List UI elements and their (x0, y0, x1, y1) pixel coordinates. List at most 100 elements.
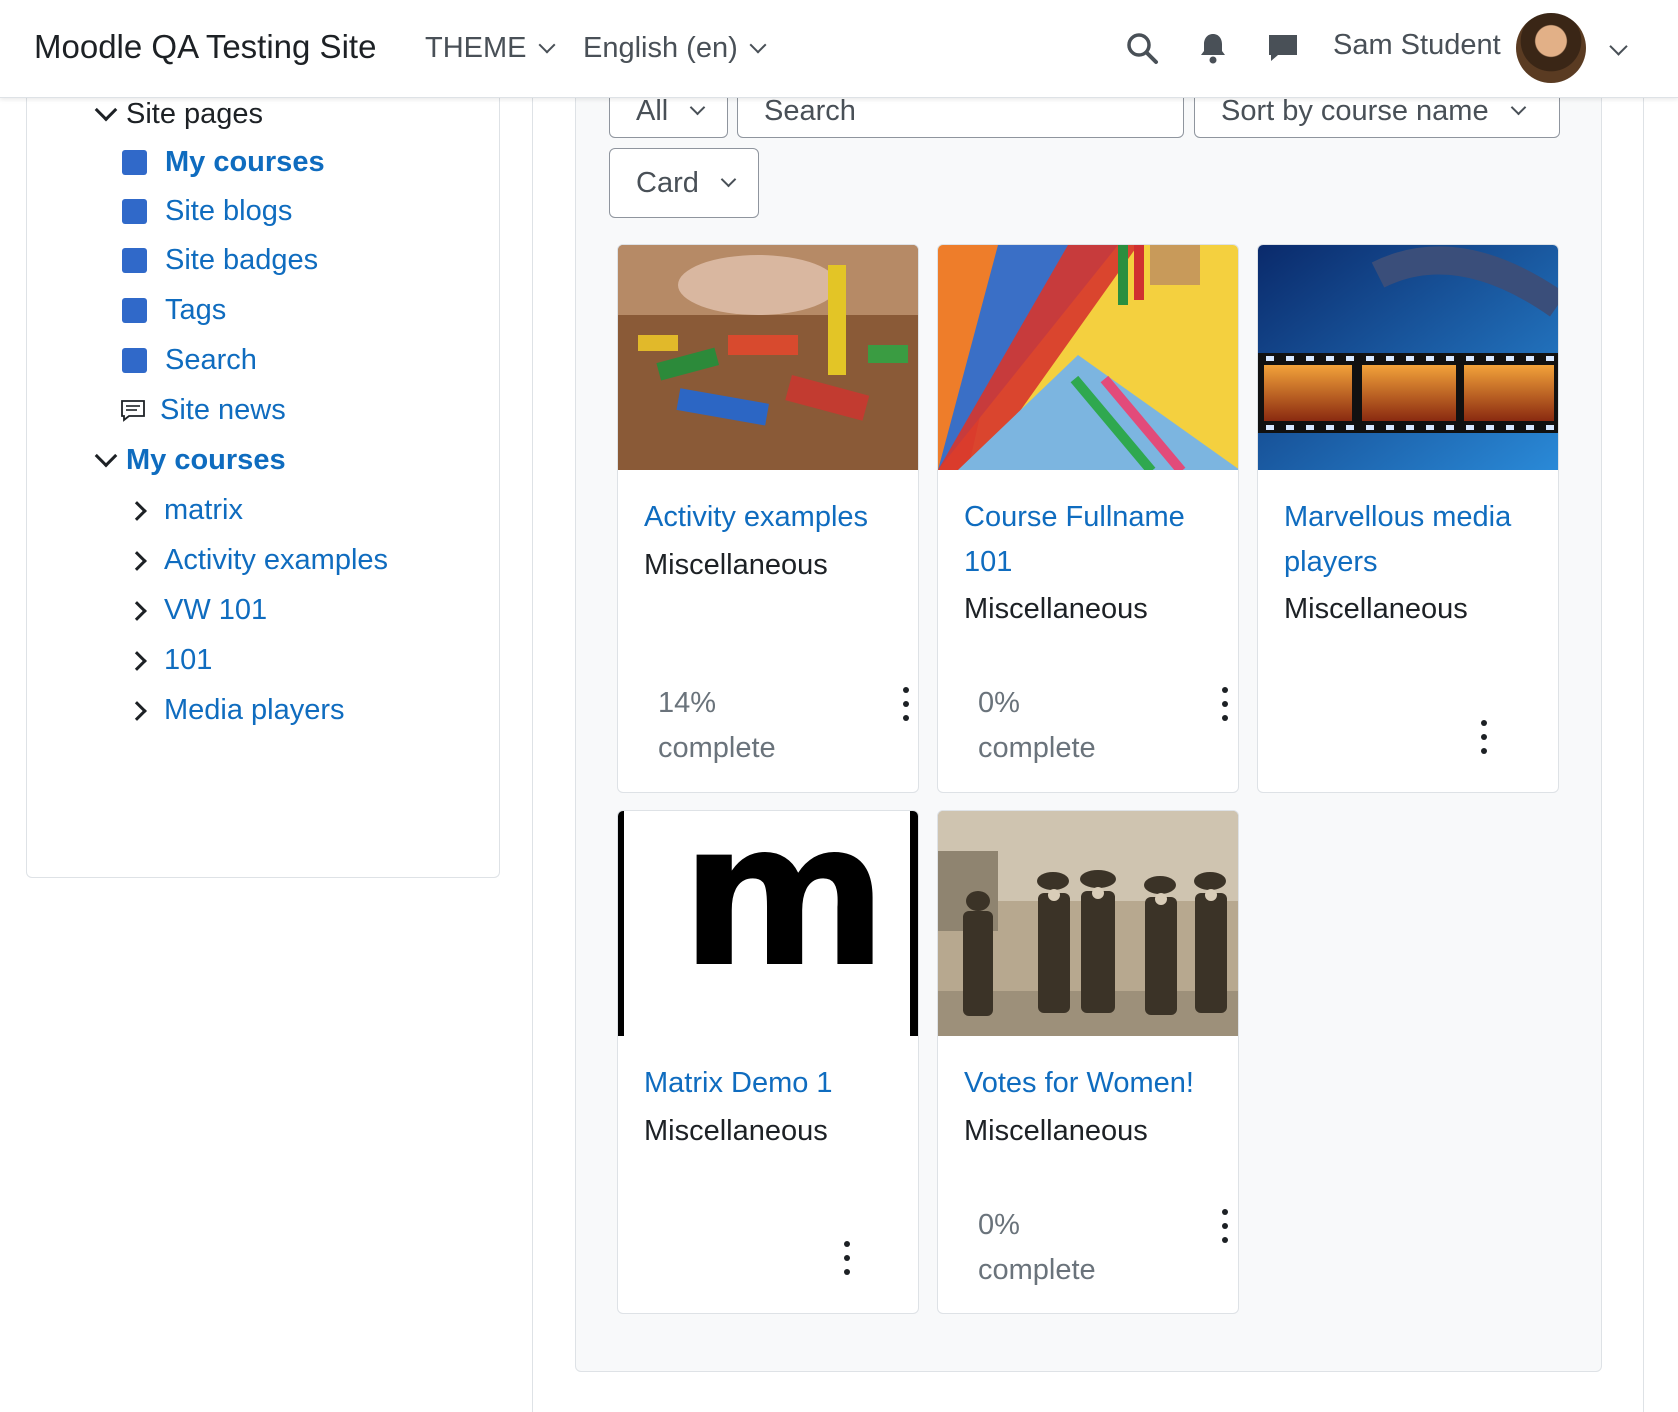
tree-course-vw-101[interactable]: VW 101 (127, 594, 268, 627)
course-title-line: players (1284, 546, 1378, 578)
course-card-course-fullname-101[interactable]: Course Fullname 101 Miscellaneous 0% com… (937, 244, 1239, 793)
course-actions-kebab-icon[interactable] (842, 1241, 852, 1275)
course-title[interactable]: Course Fullname 101 (964, 495, 1185, 585)
course-image-letter: m (680, 811, 889, 1012)
tree-item-search[interactable]: Search (122, 344, 257, 377)
language-menu[interactable]: English (en) (583, 32, 767, 65)
chevron-right-icon[interactable] (127, 550, 147, 571)
tree-course-matrix[interactable]: matrix (127, 494, 243, 527)
tree-label: My courses (126, 444, 286, 476)
chevron-down-icon (689, 99, 706, 115)
avatar[interactable] (1516, 13, 1586, 83)
chevron-down-icon (1510, 99, 1526, 115)
forum-icon (121, 399, 145, 422)
search-placeholder: Search (764, 94, 856, 127)
course-title-line: Course Fullname (964, 501, 1185, 533)
tree-label: Search (165, 344, 257, 376)
course-card-activity-examples[interactable]: Activity examples Miscellaneous 14% comp… (617, 244, 919, 793)
navigation-square-icon (122, 150, 147, 175)
tree-label: Media players (164, 694, 345, 726)
site-name[interactable]: Moodle QA Testing Site (34, 28, 376, 66)
tree-course-activity-examples[interactable]: Activity examples (127, 544, 389, 577)
course-progress: 0% complete (978, 681, 1096, 771)
tree-course-101[interactable]: 101 (127, 644, 213, 677)
search-icon[interactable] (1122, 28, 1162, 68)
top-navbar: Moodle QA Testing Site THEME English (en… (0, 0, 1678, 98)
messages-icon[interactable] (1263, 28, 1303, 68)
course-title[interactable]: Marvellous media players (1284, 495, 1511, 585)
navigation-square-icon (122, 199, 147, 224)
tree-label: Site badges (165, 244, 319, 276)
course-card-marvellous-media-players[interactable]: Marvellous media players Miscellaneous (1257, 244, 1559, 793)
tree-label: 101 (164, 644, 213, 676)
tree-label: Site news (160, 394, 286, 426)
course-title[interactable]: Matrix Demo 1 (644, 1061, 833, 1106)
theme-menu-label: THEME (425, 32, 527, 64)
course-image[interactable]: m (618, 811, 918, 1036)
language-menu-label: English (en) (583, 32, 738, 64)
tree-item-tags[interactable]: Tags (122, 294, 226, 327)
progress-label: complete (658, 732, 776, 764)
course-card-votes-for-women[interactable]: Votes for Women! Miscellaneous 0% comple… (937, 810, 1239, 1314)
tree-node-my-courses[interactable]: My courses (94, 444, 286, 477)
course-index-drawer: Site pages My courses Site blogs Site ba… (0, 88, 533, 1412)
tree-label: Site blogs (165, 195, 293, 227)
course-category: Miscellaneous (644, 1115, 828, 1147)
course-image[interactable] (618, 245, 918, 470)
tree-label: VW 101 (164, 594, 268, 626)
course-actions-kebab-icon[interactable] (901, 687, 911, 721)
progress-label: complete (978, 1254, 1096, 1286)
view-label: Card (636, 166, 699, 199)
chevron-down-icon[interactable] (94, 444, 118, 467)
progress-percent: 0% (978, 687, 1020, 719)
chevron-right-icon[interactable] (127, 600, 147, 621)
course-title[interactable]: Activity examples (644, 495, 868, 540)
chevron-right-icon[interactable] (127, 650, 147, 671)
tree-node-site-pages[interactable]: Site pages (94, 98, 264, 131)
view-dropdown[interactable]: Card (609, 148, 759, 218)
tree-label: Tags (165, 294, 227, 326)
tree-item-site-badges[interactable]: Site badges (122, 244, 318, 277)
navigation-square-icon (122, 298, 147, 323)
course-actions-kebab-icon[interactable] (1220, 1209, 1230, 1243)
tree-item-site-news[interactable]: Site news (120, 394, 286, 427)
tree-item-site-blogs[interactable]: Site blogs (122, 195, 292, 228)
course-actions-kebab-icon[interactable] (1220, 687, 1230, 721)
page-border (1643, 98, 1644, 1412)
course-image[interactable] (1258, 245, 1558, 470)
chevron-right-icon[interactable] (127, 500, 147, 521)
course-title-line: 101 (964, 546, 1013, 578)
user-name[interactable]: Sam Student (1333, 29, 1501, 62)
tree-label: Activity examples (164, 544, 389, 576)
progress-label: complete (978, 732, 1096, 764)
grouping-label: All (636, 94, 669, 127)
tree-label: Site pages (126, 98, 264, 130)
course-category: Miscellaneous (1284, 593, 1468, 625)
course-title[interactable]: Votes for Women! (964, 1061, 1194, 1106)
course-image[interactable] (938, 245, 1238, 470)
progress-percent: 14% (658, 687, 717, 719)
chevron-down-icon (720, 171, 737, 187)
notifications-bell-icon[interactable] (1193, 28, 1233, 68)
course-card-matrix-demo-1[interactable]: m Matrix Demo 1 Miscellaneous (617, 810, 919, 1314)
tree-label: matrix (164, 494, 243, 526)
chevron-down-icon[interactable] (1609, 37, 1628, 56)
chevron-down-icon[interactable] (94, 98, 118, 121)
navigation-square-icon (122, 248, 147, 273)
chevron-down-icon (538, 36, 555, 53)
course-category: Miscellaneous (644, 549, 828, 581)
tree-label: My courses (165, 146, 325, 178)
chevron-right-icon[interactable] (127, 700, 147, 721)
navigation-square-icon (122, 348, 147, 373)
tree-course-media-players[interactable]: Media players (127, 694, 345, 727)
progress-percent: 0% (978, 1209, 1020, 1241)
theme-menu[interactable]: THEME (425, 32, 555, 65)
course-category: Miscellaneous (964, 593, 1148, 625)
sort-label: Sort by course name (1221, 94, 1489, 127)
tree-item-my-courses[interactable]: My courses (122, 146, 325, 179)
course-category: Miscellaneous (964, 1115, 1148, 1147)
chevron-down-icon (749, 36, 767, 53)
course-image[interactable] (938, 811, 1238, 1036)
course-progress: 14% complete (658, 681, 776, 771)
course-actions-kebab-icon[interactable] (1479, 720, 1489, 754)
